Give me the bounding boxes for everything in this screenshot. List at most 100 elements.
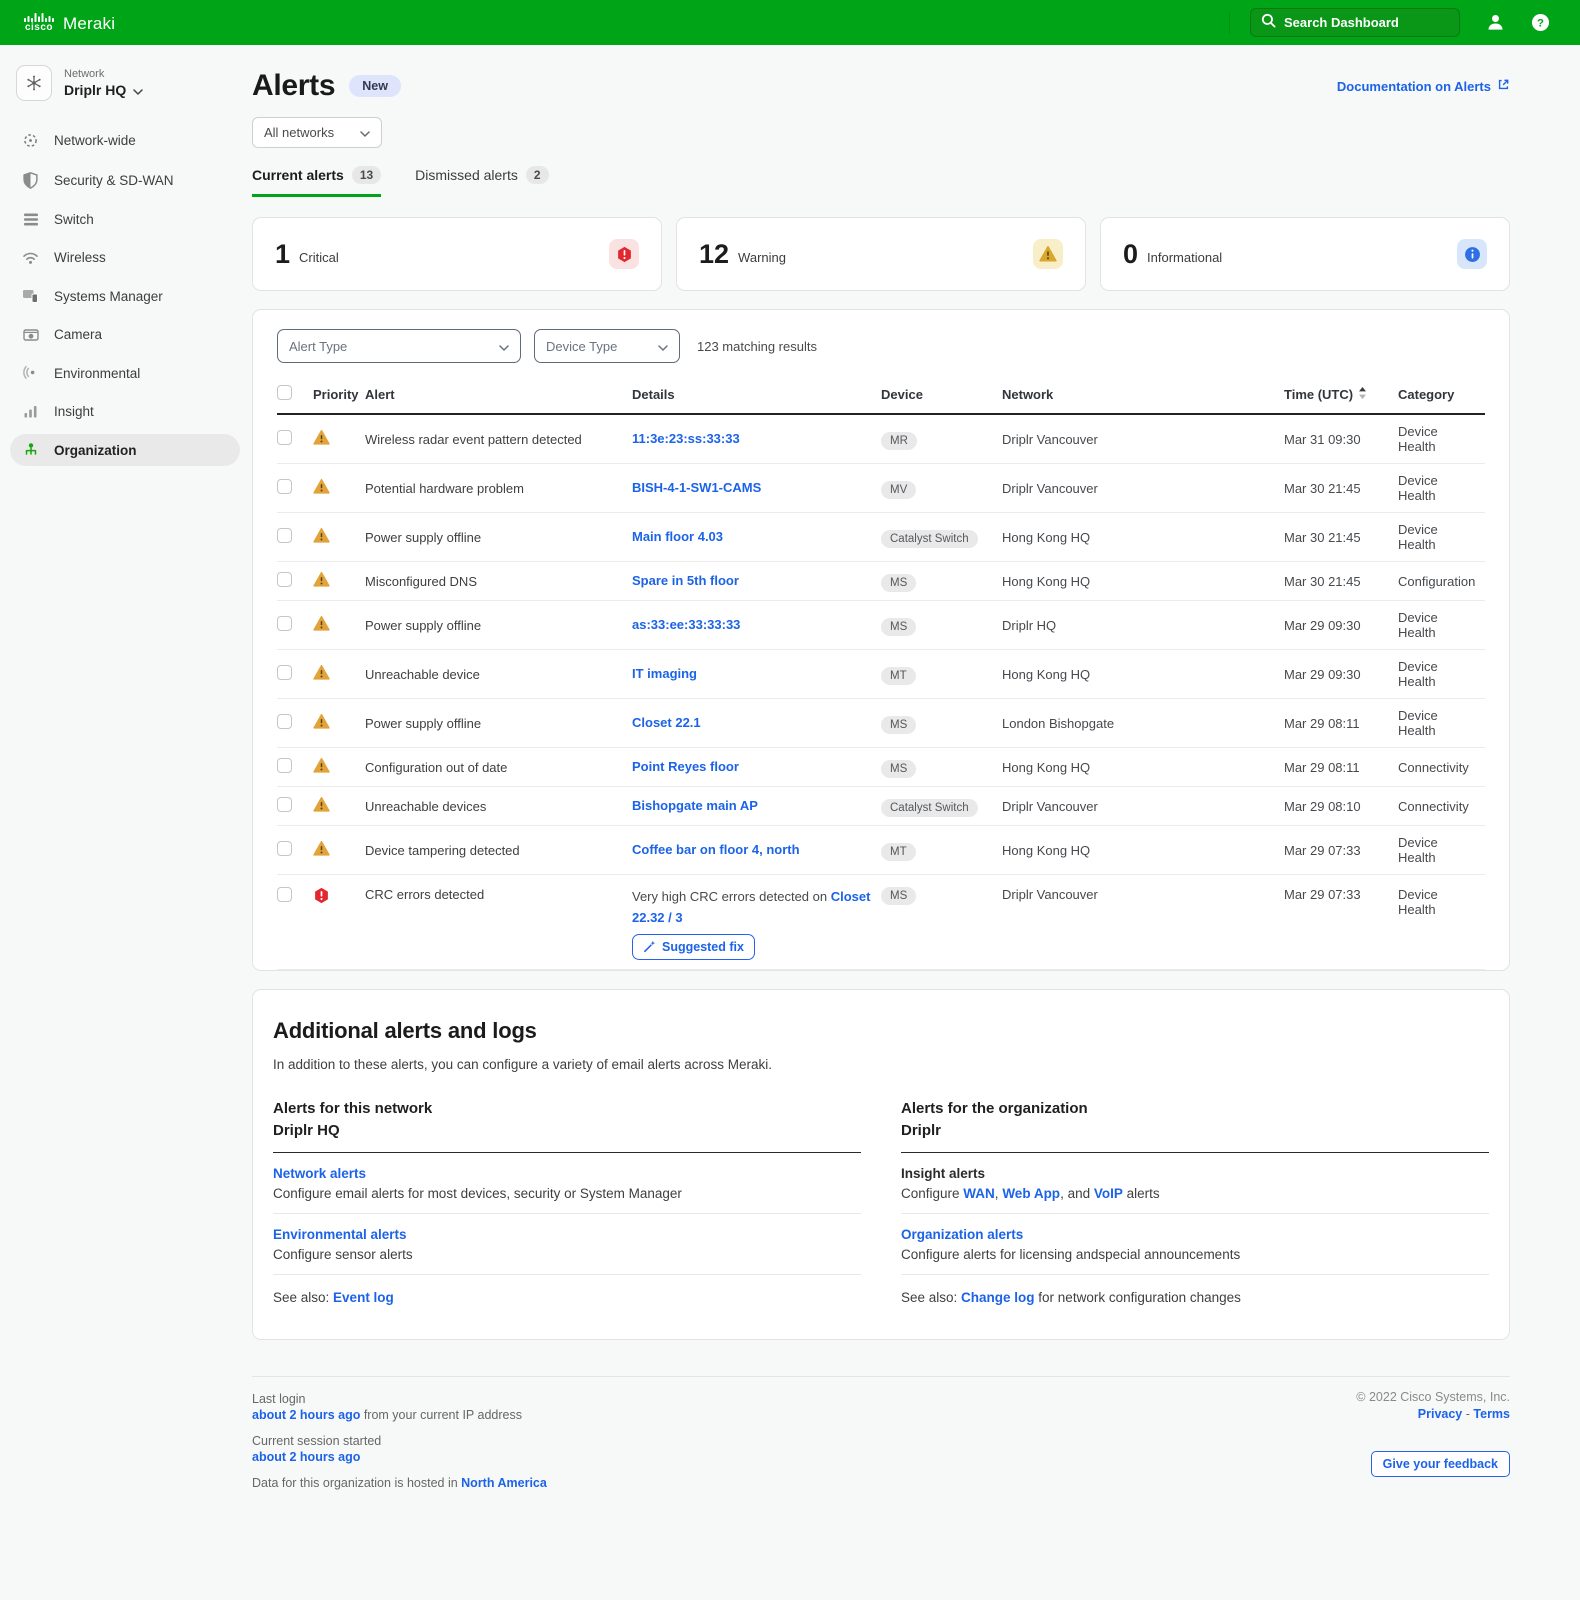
chevron-down-icon — [360, 125, 370, 140]
sidebar-item-organization[interactable]: Organization — [10, 434, 240, 466]
device-badge: MT — [881, 666, 916, 685]
detail-link[interactable]: IT imaging — [632, 666, 697, 681]
detail-link[interactable]: 11:3e:23:ss:33:33 — [632, 431, 740, 446]
sidebar-item-environmental[interactable]: Environmental — [10, 357, 240, 389]
camera-icon — [22, 328, 39, 342]
sidebar-item-network-wide[interactable]: Network-wide — [10, 124, 240, 157]
device-badge: MT — [881, 842, 916, 861]
row-checkbox[interactable] — [277, 758, 292, 774]
wan-link[interactable]: WAN — [963, 1186, 995, 1201]
session-time-link[interactable]: about 2 hours ago — [252, 1450, 360, 1464]
alert-details: Main floor 4.03 — [632, 527, 881, 547]
row-checkbox[interactable] — [277, 797, 292, 813]
last-login-time-link[interactable]: about 2 hours ago — [252, 1408, 360, 1422]
meraki-logo[interactable]: cisco Meraki — [24, 12, 115, 33]
row-checkbox[interactable] — [277, 479, 292, 494]
new-badge: New — [349, 75, 401, 97]
alert-time: Mar 29 07:33 — [1284, 887, 1361, 903]
network-name: Driplr HQ — [64, 82, 127, 98]
help-icon[interactable]: ? — [1531, 13, 1550, 32]
device-badge: MS — [881, 573, 917, 592]
device-type-filter[interactable]: Device Type — [534, 329, 680, 363]
column-device: Device — [881, 386, 923, 402]
tab-dismissed-alerts[interactable]: Dismissed alerts 2 — [415, 166, 549, 197]
alert-time: Mar 29 09:30 — [1284, 666, 1361, 682]
select-all-checkbox[interactable] — [277, 385, 292, 400]
detail-link[interactable]: as:33:ee:33:33:33 — [632, 617, 740, 632]
alert-details: 11:3e:23:ss:33:33 — [632, 429, 881, 449]
sidebar-item-wireless[interactable]: Wireless — [10, 242, 240, 273]
web-app-link[interactable]: Web App — [1002, 1186, 1060, 1201]
terms-link[interactable]: Terms — [1473, 1407, 1510, 1421]
detail-link[interactable]: Closet 22.1 — [632, 715, 701, 730]
detail-link[interactable]: BISH-4-1-SW1-CAMS — [632, 480, 761, 495]
sidebar-item-label: Environmental — [54, 365, 141, 381]
organization-alerts-link[interactable]: Organization alerts — [901, 1227, 1023, 1242]
device-badge: Catalyst Switch — [881, 798, 978, 817]
alert-category: Device Health — [1398, 424, 1438, 454]
privacy-link[interactable]: Privacy — [1418, 1407, 1462, 1421]
event-log-link[interactable]: Event log — [333, 1290, 394, 1305]
documentation-link[interactable]: Documentation on Alerts — [1337, 78, 1510, 94]
systems-manager-icon — [22, 288, 39, 304]
sidebar-item-insight[interactable]: Insight — [10, 396, 240, 427]
alert-name: Power supply offline — [365, 715, 482, 731]
row-checkbox[interactable] — [277, 665, 292, 681]
column-details: Details — [632, 386, 675, 402]
column-category: Category — [1398, 386, 1455, 402]
hosting-region-link[interactable]: North America — [461, 1476, 547, 1490]
alert-time: Mar 29 08:11 — [1284, 759, 1360, 775]
alert-category: Device Health — [1398, 473, 1438, 503]
top-navigation-bar: cisco Meraki ? — [0, 0, 1580, 45]
alert-category: Device Health — [1398, 887, 1438, 918]
alerts-table-card: Alert Type Device Type 123 matching resu… — [252, 309, 1510, 971]
alert-name: Device tampering detected — [365, 842, 520, 858]
search-input[interactable] — [1284, 15, 1449, 30]
chevron-down-icon — [499, 339, 509, 354]
alerts-tabs: Current alerts 13 Dismissed alerts 2 — [252, 166, 1510, 197]
table-row: Unreachable devices Bishopgate main AP Cat… — [277, 787, 1485, 827]
sidebar-item-systems-manager[interactable]: Systems Manager — [10, 280, 240, 312]
warning-priority-icon — [313, 714, 330, 733]
row-checkbox[interactable] — [277, 430, 292, 445]
sort-icon[interactable] — [1358, 386, 1367, 403]
table-row: Misconfigured DNS Spare in 5th floor MS Hon… — [277, 562, 1485, 602]
alert-name: Unreachable devices — [365, 798, 487, 814]
table-row: Unreachable device IT imaging MT Hong Kong … — [277, 650, 1485, 700]
row-checkbox[interactable] — [277, 616, 292, 632]
alert-type-filter[interactable]: Alert Type — [277, 329, 521, 363]
row-checkbox[interactable] — [277, 714, 292, 730]
dashboard-search[interactable] — [1250, 8, 1460, 37]
critical-summary-card: 1 Critical — [252, 217, 662, 291]
network-switcher[interactable]: Network Driplr HQ — [0, 59, 250, 117]
give-feedback-button[interactable]: Give your feedback — [1370, 1450, 1510, 1477]
sidebar-item-camera[interactable]: Camera — [10, 319, 240, 350]
search-icon — [1261, 13, 1276, 33]
user-account-icon[interactable] — [1486, 13, 1505, 32]
detail-link[interactable]: Spare in 5th floor — [632, 573, 739, 588]
network-alerts-link[interactable]: Network alerts — [273, 1166, 366, 1181]
alert-name: CRC errors detected — [365, 887, 485, 903]
environmental-alerts-link[interactable]: Environmental alerts — [273, 1227, 407, 1242]
sidebar-item-switch[interactable]: Switch — [10, 204, 240, 235]
network-alerts-column: Alerts for this network Driplr HQ Networ… — [273, 1098, 861, 1305]
detail-link[interactable]: Bishopgate main AP — [632, 798, 758, 813]
suggested-fix-button[interactable]: Suggested fix — [632, 933, 755, 960]
row-checkbox[interactable] — [277, 841, 292, 857]
detail-link[interactable]: Coffee bar on floor 4, north — [632, 842, 800, 857]
row-checkbox[interactable] — [277, 528, 292, 543]
row-checkbox[interactable] — [277, 887, 292, 903]
tab-current-alerts[interactable]: Current alerts 13 — [252, 166, 382, 197]
alert-time: Mar 31 09:30 — [1284, 431, 1361, 447]
detail-link[interactable]: Main floor 4.03 — [632, 529, 723, 544]
change-log-link[interactable]: Change log — [961, 1290, 1035, 1305]
row-checkbox[interactable] — [277, 572, 292, 588]
sidebar-item-security-sd-wan[interactable]: Security & SD-WAN — [10, 164, 240, 197]
alert-name: Configuration out of date — [365, 759, 508, 775]
networks-filter-select[interactable]: All networks — [252, 117, 383, 148]
table-row: Configuration out of date Point Reyes flo… — [277, 748, 1485, 788]
voip-link[interactable]: VoIP — [1094, 1186, 1123, 1201]
detail-link[interactable]: Point Reyes floor — [632, 759, 739, 774]
alert-details: Coffee bar on floor 4, north — [632, 840, 881, 860]
column-time[interactable]: Time (UTC) — [1284, 386, 1398, 403]
